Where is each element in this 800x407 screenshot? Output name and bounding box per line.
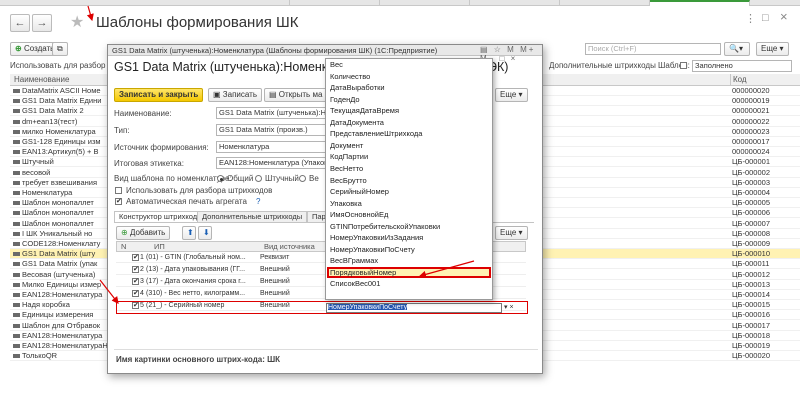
- annotation-arrows: [86, 5, 475, 304]
- arrow-to-item: [418, 260, 475, 278]
- arrow-to-row: [99, 279, 119, 304]
- arrow-to-title: [86, 5, 94, 22]
